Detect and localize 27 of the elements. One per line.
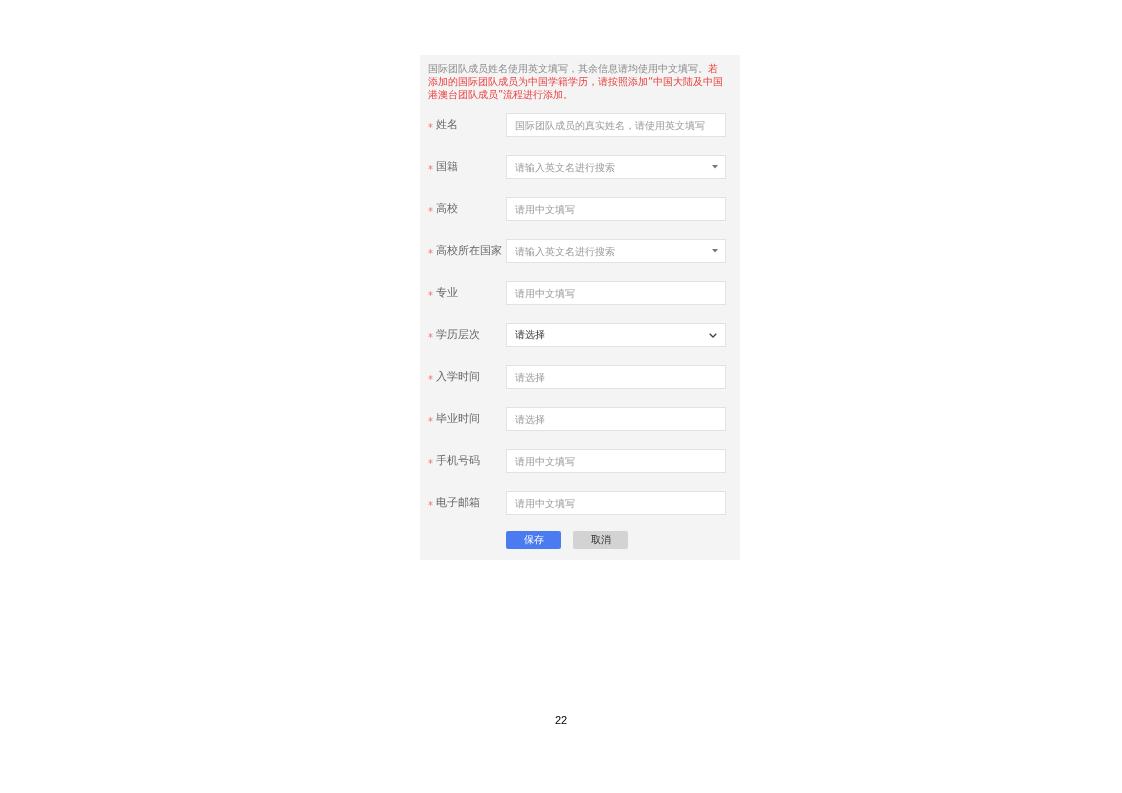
- search-select-field[interactable]: 请输入英文名进行搜索: [506, 239, 726, 263]
- field-label: 毕业时间: [436, 412, 480, 426]
- chevron-down-icon: [709, 332, 717, 338]
- caret-down-icon: [712, 249, 718, 253]
- field-label: 电子邮箱: [436, 496, 480, 510]
- caret-down-icon: [712, 165, 718, 169]
- field-label: 高校: [436, 202, 458, 216]
- save-button[interactable]: 保存: [506, 531, 561, 549]
- notice-text: 国际团队成员姓名使用英文填写，其余信息请均使用中文填写。若添加的国际团队成员为中国学籍学历，请按照添加“中国大陆及中国港澳台团队成员”流程进行添加。: [428, 62, 725, 101]
- field-label: 手机号码: [436, 454, 480, 468]
- field-label: 专业: [436, 286, 458, 300]
- text-field[interactable]: 请用中文填写: [506, 281, 726, 305]
- search-select-field[interactable]: 请输入英文名进行搜索: [506, 155, 726, 179]
- text-field[interactable]: 请选择: [506, 407, 726, 431]
- field-label: 入学时间: [436, 370, 480, 384]
- text-field[interactable]: 国际团队成员的真实姓名，请使用英文填写: [506, 113, 726, 137]
- text-field[interactable]: 请用中文填写: [506, 449, 726, 473]
- field-label: 学历层次: [436, 328, 480, 342]
- select-field[interactable]: 请选择: [506, 323, 726, 347]
- field-label: 国籍: [436, 160, 458, 174]
- text-field[interactable]: 请用中文填写: [506, 491, 726, 515]
- page-number: 22: [554, 714, 568, 726]
- cancel-button[interactable]: 取消: [573, 531, 628, 549]
- field-label: 姓名: [436, 118, 458, 132]
- text-field[interactable]: 请选择: [506, 365, 726, 389]
- text-field[interactable]: 请用中文填写: [506, 197, 726, 221]
- field-label: 高校所在国家: [436, 244, 502, 258]
